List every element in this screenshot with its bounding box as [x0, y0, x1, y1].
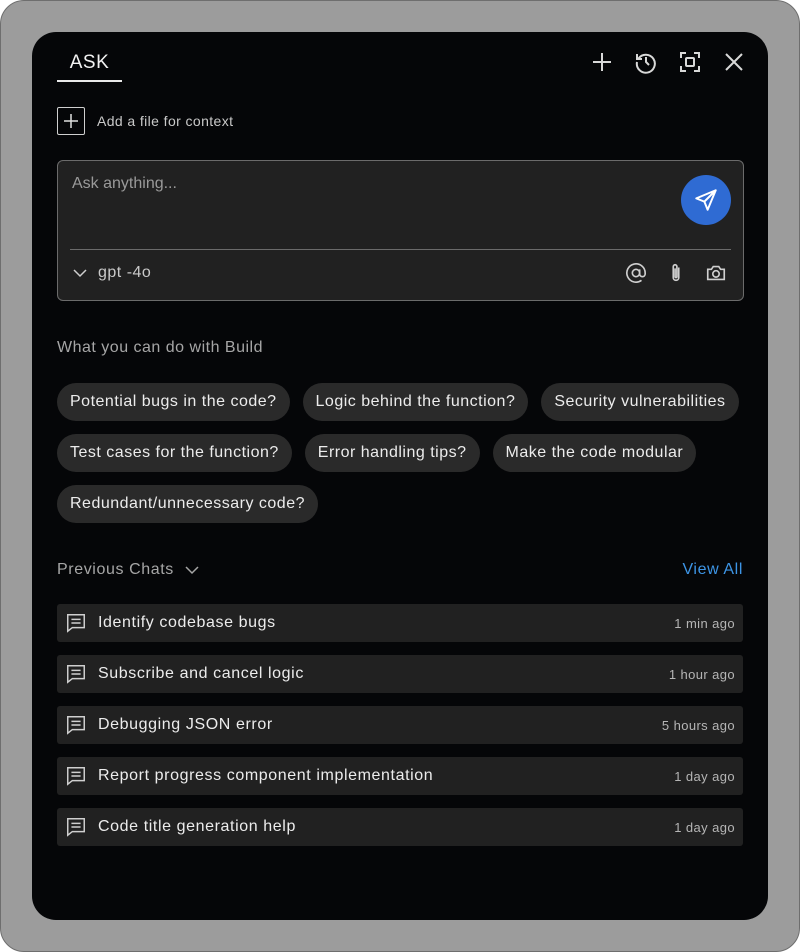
ask-input[interactable] [70, 173, 674, 237]
suggestion-chip[interactable]: Make the code modular [492, 434, 697, 472]
chat-time: 1 min ago [674, 615, 735, 631]
chat-title: Code title generation help [98, 818, 296, 835]
add-file-icon [57, 107, 85, 135]
view-all-link[interactable]: View All [682, 561, 743, 579]
camera-icon[interactable] [705, 262, 727, 284]
header-actions [590, 50, 746, 74]
suggestions-title: What you can do with Build [57, 339, 263, 356]
chat-time: 1 hour ago [668, 666, 735, 682]
expand-icon[interactable] [678, 50, 702, 74]
suggestion-chip[interactable]: Error handling tips? [304, 434, 480, 472]
chevron-down-icon [73, 269, 87, 278]
attach-icon[interactable] [665, 262, 687, 284]
suggestion-chip[interactable]: Security vulnerabilities [541, 383, 739, 421]
chat-time: 1 day ago [674, 768, 735, 784]
ask-box: gpt -4o [57, 160, 744, 301]
previous-chats-toggle[interactable]: Previous Chats [57, 561, 200, 579]
chat-item[interactable]: Identify codebase bugs 1 min ago [57, 604, 743, 642]
chat-icon [67, 716, 85, 735]
chat-title: Debugging JSON error [98, 716, 273, 733]
ask-panel: ASK Add a file for context Ask anything.… [32, 32, 768, 920]
chat-item[interactable]: Debugging JSON error 5 hours ago [57, 706, 743, 744]
chat-item[interactable]: Code title generation help 1 day ago [57, 808, 743, 846]
ask-tools [625, 262, 727, 284]
chat-title: Report progress component implementation [98, 767, 434, 784]
chat-title: Subscribe and cancel logic [98, 665, 304, 682]
suggestion-chip[interactable]: Redundant/unnecessary code? [57, 485, 318, 523]
add-file-label: Add a file for context [97, 113, 234, 129]
chat-icon [67, 665, 85, 684]
chat-time: 5 hours ago [661, 717, 735, 733]
add-file-button[interactable]: Add a file for context [57, 107, 233, 135]
close-icon[interactable] [722, 50, 746, 74]
tab-ask[interactable]: ASK [57, 52, 122, 82]
chat-item[interactable]: Report progress component implementation… [57, 757, 743, 795]
mention-icon[interactable] [625, 262, 647, 284]
chevron-down-icon [185, 566, 199, 575]
model-label: gpt -4o [98, 264, 152, 281]
history-icon[interactable] [634, 50, 658, 74]
chat-time: 1 day ago [674, 819, 735, 835]
chat-title: Identify codebase bugs [98, 614, 276, 631]
model-selector[interactable]: gpt -4o [72, 264, 151, 282]
suggestion-chips: Potential bugs in the code? Logic behind… [57, 383, 757, 523]
chat-item[interactable]: Subscribe and cancel logic 1 hour ago [57, 655, 743, 693]
previous-chats-title: Previous Chats [57, 561, 174, 578]
previous-chats-list: Identify codebase bugs 1 min ago Subscri… [57, 604, 743, 859]
suggestion-chip[interactable]: Test cases for the function? [57, 434, 292, 472]
chat-icon [67, 767, 85, 786]
ask-divider [70, 249, 731, 250]
chat-icon [67, 614, 85, 633]
chat-icon [67, 818, 85, 837]
send-icon [695, 189, 717, 211]
suggestion-chip[interactable]: Logic behind the function? [302, 383, 529, 421]
suggestion-chip[interactable]: Potential bugs in the code? [57, 383, 290, 421]
plus-icon[interactable] [590, 50, 614, 74]
send-button[interactable] [681, 175, 731, 225]
